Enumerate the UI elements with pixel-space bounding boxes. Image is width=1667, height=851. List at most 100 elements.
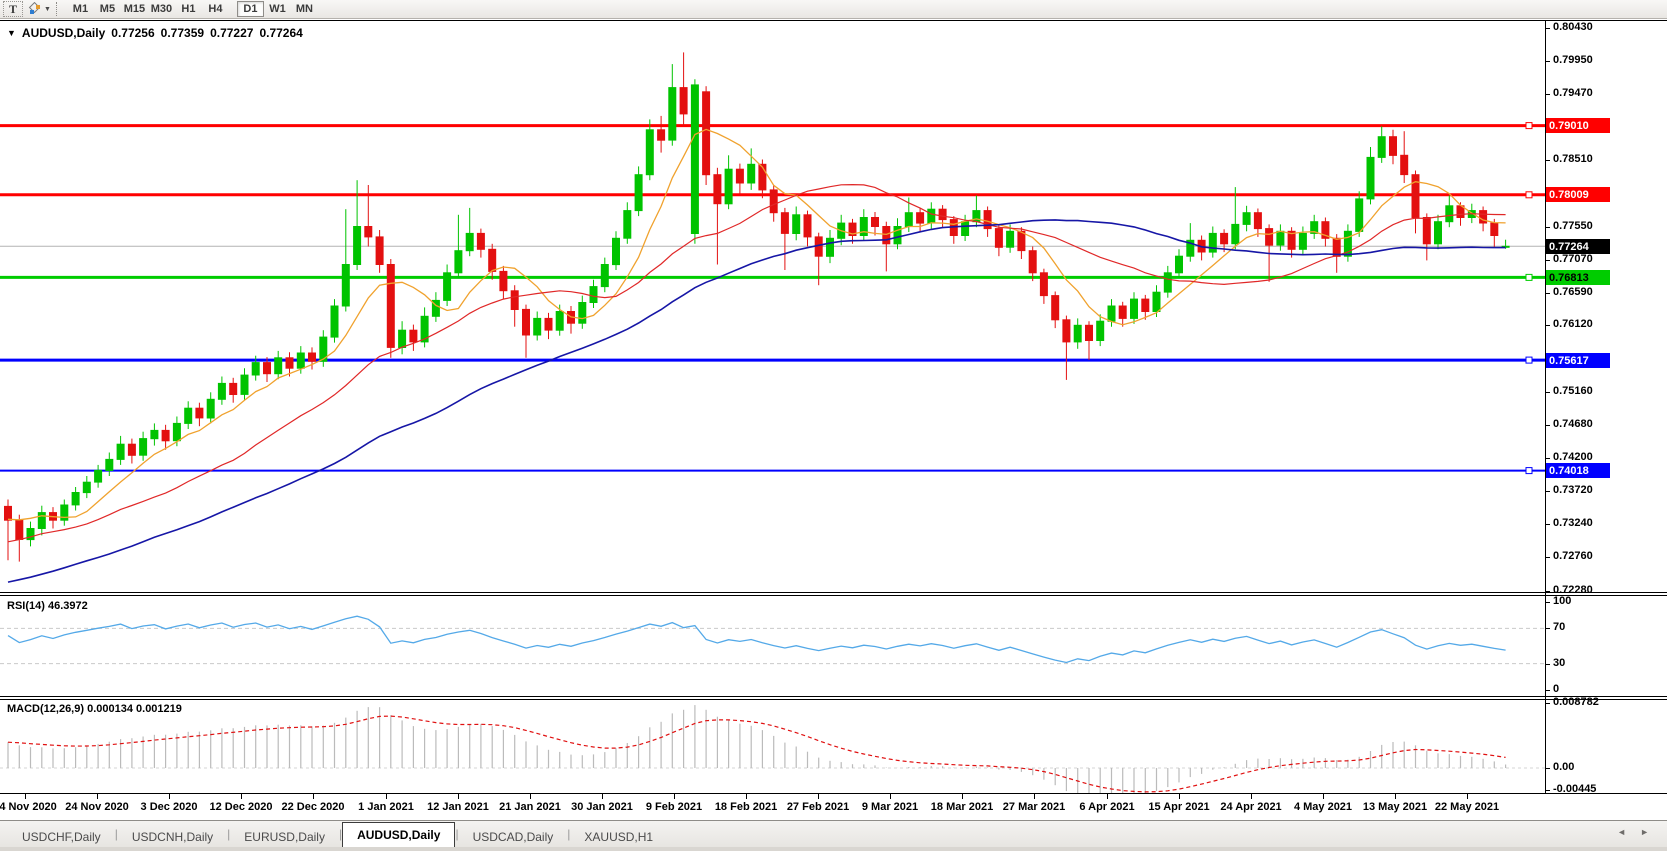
candle [1007,231,1014,247]
candle [511,291,518,310]
chevron-down-icon[interactable]: ▼ [44,6,51,13]
timeframe-button-mn[interactable]: MN [291,1,318,17]
candle [489,249,496,271]
price-chart-canvas[interactable] [0,20,1667,592]
timeframe-button-m1[interactable]: M1 [67,1,94,17]
macd-label: MACD(12,26,9) 0.000134 0.001219 [7,703,182,715]
panel-divider[interactable] [0,699,1667,700]
candle [1142,299,1149,311]
level-anchor[interactable] [1526,468,1532,474]
candle [331,306,338,337]
candle [703,92,710,175]
candle [601,265,608,287]
candle [151,430,158,438]
toolbar-grip[interactable] [56,2,61,16]
candle [128,444,135,455]
level-anchor[interactable] [1526,357,1532,363]
date-tick [169,794,170,799]
date-tick-label: 27 Mar 2021 [1003,801,1065,813]
top-toolbar: T ▼ M1M5M15M30H1H4 D1W1MN [0,0,1667,19]
candle [613,238,620,264]
candle [1435,222,1442,244]
date-tick-label: 1 Jan 2021 [358,801,414,813]
date-tick-label: 24 Apr 2021 [1220,801,1281,813]
candle [883,227,890,244]
candle [928,209,935,223]
tab-eurusd-daily[interactable]: EURUSD,Daily [230,826,339,847]
ohlc-close: 0.77264 [259,26,302,40]
date-tick-label: 30 Jan 2021 [571,801,633,813]
timeframe-button-m15[interactable]: M15 [121,1,148,17]
date-tick-label: 12 Dec 2020 [210,801,273,813]
tab-usdcnh-daily[interactable]: USDCNH,Daily [118,826,227,847]
indicators-icon[interactable] [27,2,43,16]
date-tick [1467,794,1468,799]
candle [185,408,192,423]
level-anchor[interactable] [1526,123,1532,129]
candle [1131,299,1138,318]
candle [230,383,237,394]
candle [917,213,924,223]
date-tick [818,794,819,799]
chart-top-border [0,20,1667,21]
candle [309,353,316,361]
candle [342,265,349,307]
candle [793,215,800,234]
tab-xauusd-h1[interactable]: XAUUSD,H1 [570,826,667,847]
candle [1052,296,1059,320]
candle [736,169,743,183]
date-tick [890,794,891,799]
candle [1243,213,1250,225]
candle [117,444,124,459]
candle [1390,137,1397,156]
rsi-chart-canvas[interactable] [0,596,1667,696]
candle [827,238,834,256]
macd-chart-canvas[interactable] [0,700,1667,793]
tab-usdchf-daily[interactable]: USDCHF,Daily [8,826,115,847]
symbol-collapse-icon[interactable]: ▼ [7,28,16,38]
text-tool-button[interactable]: T [3,1,23,17]
panel-divider[interactable] [0,592,1667,593]
date-tick-label: 14 Nov 2020 [0,801,57,813]
timeframe-button-d1[interactable]: D1 [237,1,264,17]
candle [275,358,282,374]
candle [1446,206,1453,222]
ohlc-open: 0.77256 [111,26,154,40]
candle [1423,218,1430,244]
timeframe-button-w1[interactable]: W1 [264,1,291,17]
candle [354,227,361,265]
date-tick [530,794,531,799]
tab-audusd-daily[interactable]: AUDUSD,Daily [342,822,455,847]
panel-divider[interactable] [0,696,1667,697]
date-tick-label: 4 May 2021 [1294,801,1352,813]
tab-usdcad-daily[interactable]: USDCAD,Daily [459,826,568,847]
candle [16,520,23,539]
candle [106,459,113,470]
tab-scroll-right-icon[interactable]: ► [1640,827,1649,837]
level-anchor[interactable] [1526,274,1532,280]
candle [1029,251,1036,273]
timeframe-button-m5[interactable]: M5 [94,1,121,17]
date-tick [1251,794,1252,799]
candle [72,493,79,505]
date-tick-label: 3 Dec 2020 [141,801,198,813]
date-tick [1034,794,1035,799]
level-anchor[interactable] [1526,192,1532,198]
tab-scroll-left-icon[interactable]: ◄ [1617,827,1626,837]
candle [376,237,383,265]
date-tick-label: 21 Jan 2021 [499,801,561,813]
moving-average [8,220,1506,582]
candle [748,164,755,183]
date-tick [602,794,603,799]
candle [1097,321,1104,340]
timeframe-button-h4[interactable]: H4 [202,1,229,17]
date-tick-label: 24 Nov 2020 [65,801,129,813]
timeframe-button-h1[interactable]: H1 [175,1,202,17]
panel-divider[interactable] [0,595,1667,596]
timeframe-button-m30[interactable]: M30 [148,1,175,17]
ohlc-high: 0.77359 [161,26,204,40]
chart-symbol-label: AUDUSD,Daily [22,26,105,40]
date-tick [386,794,387,799]
candle [1018,231,1025,250]
candle [624,211,631,239]
